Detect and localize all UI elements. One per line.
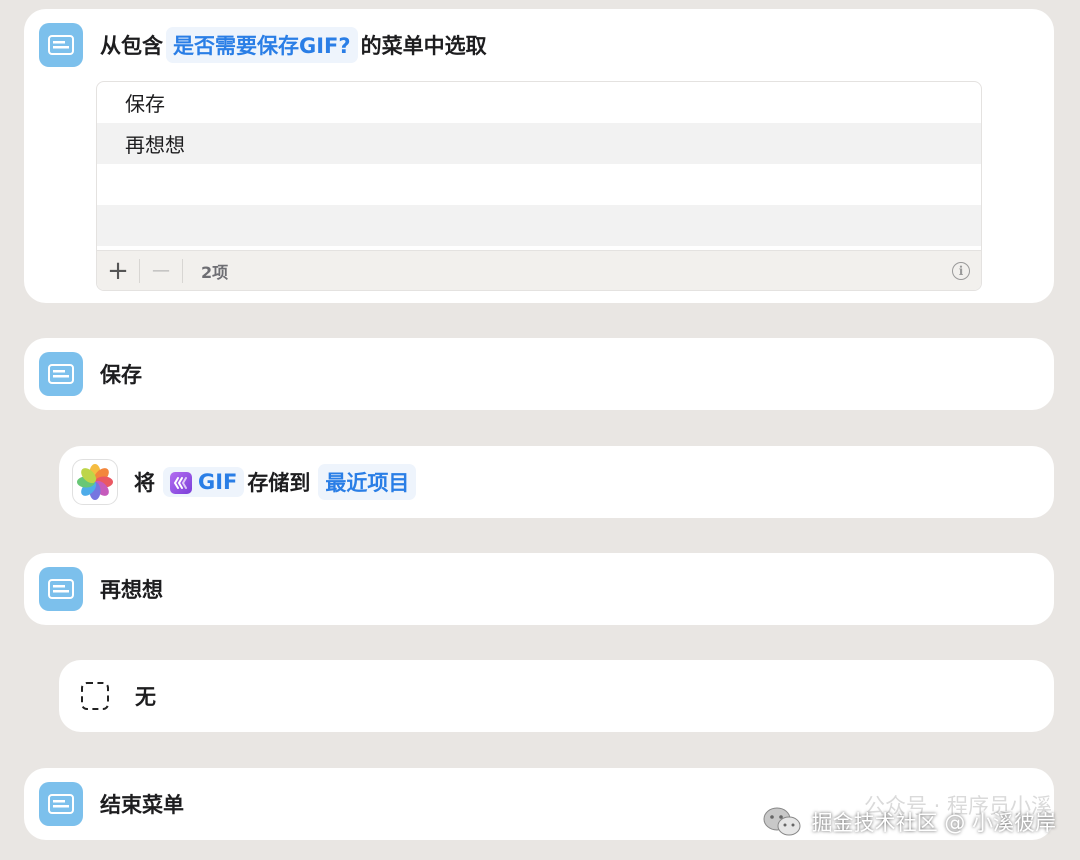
divider [182,258,183,283]
list-item[interactable]: 再想想 [97,123,981,164]
list-footer: + — 2项 i [97,250,981,290]
end-menu-title: 结束菜单 [100,793,184,817]
menu-icon [39,23,83,67]
album-chip[interactable]: 最近项目 [318,464,417,500]
title-suffix: 的菜单中选取 [360,34,487,58]
case-title: 保存 [100,363,142,387]
photos-icon [72,459,118,505]
title-prefix: 从包含 [100,34,163,58]
watermark-text: 掘金技术社区 @ 小溪彼岸 [811,811,1056,835]
empty-list-row [97,205,981,246]
choose-menu-title: 从包含 是否需要保存GIF? 的菜单中选取 [100,27,487,63]
action-middle-text: 存储到 [247,471,311,495]
menu-icon [39,782,83,826]
wechat-icon [763,807,801,836]
gif-label: GIF [198,470,238,494]
info-icon[interactable]: i [952,262,970,280]
dashed-square-icon [81,682,109,710]
menu-icon [39,352,83,396]
empty-list-row [97,164,981,205]
remove-item-button[interactable]: — [140,251,182,291]
nothing-title: 无 [135,685,156,709]
shortcut-variable-icon [170,472,192,494]
list-item[interactable]: 保存 [97,82,981,123]
watermark: 掘金技术社区 @ 小溪彼岸 [762,806,1056,838]
menu-icon [39,567,83,611]
gif-variable-chip[interactable]: GIF [163,467,245,497]
list-item-label[interactable]: 再想想 [125,129,185,158]
action-verb: 将 [134,471,155,495]
nothing-action-card[interactable]: 无 [59,660,1054,732]
prompt-chip[interactable]: 是否需要保存GIF? [166,27,358,63]
add-item-button[interactable]: + [97,251,139,291]
save-action-title: 将 GIF 存储到 最近项目 [134,464,419,500]
choose-from-menu-card[interactable]: 从包含 是否需要保存GIF? 的菜单中选取 保存 再想想 + — 2项 i [24,9,1054,303]
menu-items-list: 保存 再想想 + — 2项 i [96,81,982,291]
case-title: 再想想 [100,578,163,602]
menu-case-rethink-card[interactable]: 再想想 [24,553,1054,625]
list-item-label[interactable]: 保存 [125,88,165,117]
menu-case-save-card[interactable]: 保存 [24,338,1054,410]
item-count: 2项 [201,262,229,282]
save-to-album-action-card[interactable]: 将 GIF 存储到 最近项目 [59,446,1054,518]
